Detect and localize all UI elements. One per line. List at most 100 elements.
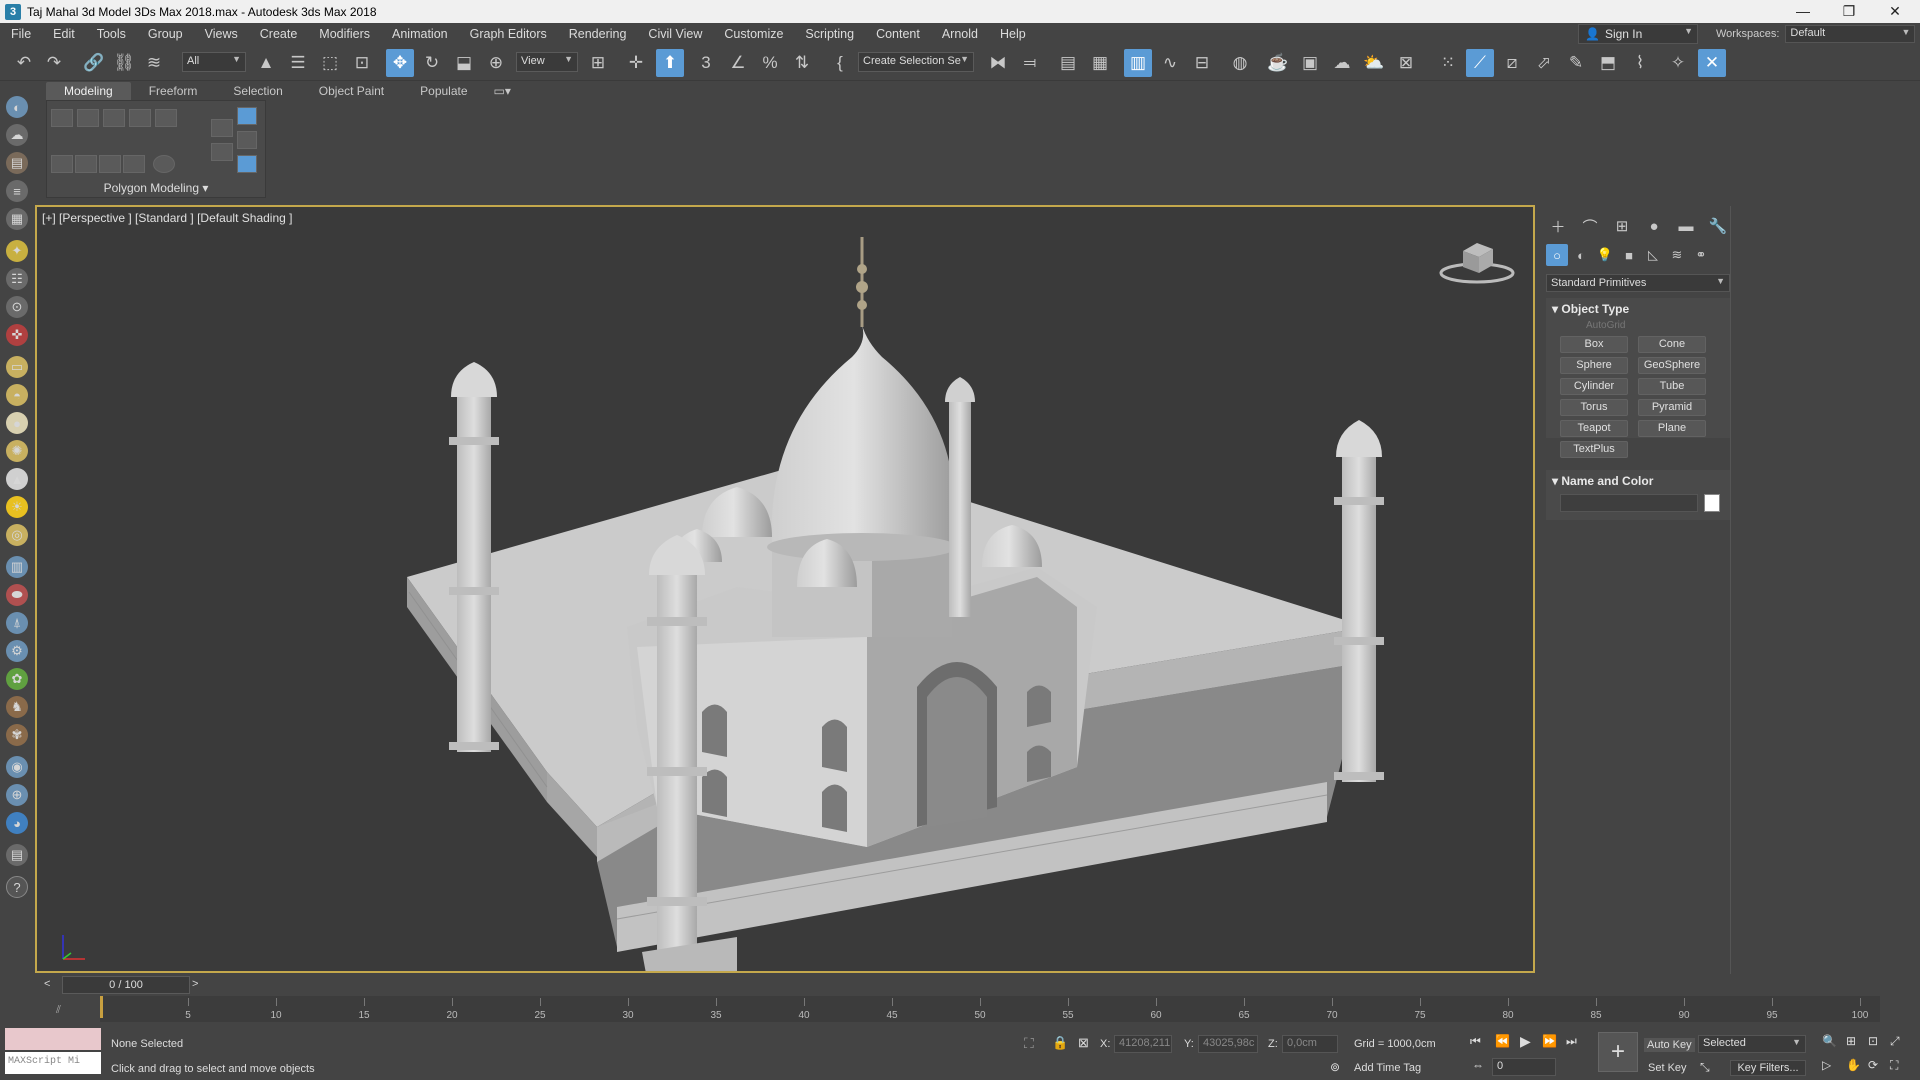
scene-icon[interactable]: ▤ (6, 152, 28, 174)
menu-help[interactable]: Help (989, 23, 1037, 45)
perspective-viewport[interactable]: [+] [Perspective ] [Standard ] [Default … (35, 205, 1535, 973)
capsule-icon[interactable]: ⬬ (6, 584, 28, 606)
select-rotate-icon[interactable]: ↻ (418, 49, 446, 77)
ribbon-toggle-icon[interactable]: ▥ (1124, 49, 1152, 77)
undo-icon[interactable]: ↶ (10, 49, 38, 77)
pin-stack-icon[interactable] (237, 155, 257, 173)
helper-icon[interactable]: ⊙ (6, 296, 28, 318)
menu-edit[interactable]: Edit (42, 23, 86, 45)
select-scale-icon[interactable]: ⬓ (450, 49, 478, 77)
sphere-button[interactable]: Sphere (1560, 357, 1628, 374)
space-warps-icon[interactable]: ≋ (1666, 244, 1688, 266)
menu-content[interactable]: Content (865, 23, 931, 45)
spinner-snap-icon[interactable]: ⇅ (788, 49, 816, 77)
minimize-button[interactable]: — (1780, 0, 1826, 23)
orbit-icon[interactable]: ☁ (6, 124, 28, 146)
menu-file[interactable]: File (0, 23, 42, 45)
object-type-title[interactable]: ▾ Object Type (1546, 298, 1730, 320)
hierarchy-tab-icon[interactable]: ⊞ (1610, 214, 1634, 238)
field-of-view-icon[interactable]: ▷ (1822, 1058, 1831, 1072)
horse-icon[interactable]: ♞ (6, 696, 28, 718)
tab-populate[interactable]: Populate (402, 82, 485, 100)
xref-icon[interactable]: ✕ (1698, 49, 1726, 77)
tab-selection[interactable]: Selection (215, 82, 300, 100)
key-mode-dropdown[interactable]: Selected ▼ (1698, 1035, 1806, 1053)
help-icon[interactable]: ? (6, 876, 28, 898)
play-icon[interactable]: ▶ (1520, 1033, 1531, 1050)
brush-icon[interactable]: ⌇ (1626, 49, 1654, 77)
time-tag-icon[interactable]: ⊚ (1330, 1060, 1340, 1074)
display-tab-icon[interactable]: ▬ (1674, 214, 1698, 238)
go-to-start-icon[interactable]: ⏮ (1470, 1034, 1481, 1049)
ribbon-options-icon[interactable]: ▭▾ (486, 82, 519, 100)
scene-explorer-icon[interactable]: ▤ (1054, 49, 1082, 77)
pivot-center-icon[interactable]: ⊞ (584, 49, 612, 77)
menu-scripting[interactable]: Scripting (794, 23, 865, 45)
utilities-tab-icon[interactable]: 🔧 (1706, 214, 1730, 238)
y-coord-field[interactable]: 43025,98c (1198, 1035, 1258, 1053)
cylinder-button[interactable]: Cylinder (1560, 378, 1628, 395)
pan-icon[interactable]: ✋ (1846, 1058, 1861, 1072)
select-move-icon[interactable]: ✥ (386, 49, 414, 77)
create-tab-icon[interactable]: ＋ (1546, 214, 1570, 238)
gamepad-icon[interactable]: ✜ (6, 324, 28, 346)
geosphere-button[interactable]: GeoSphere (1638, 357, 1706, 374)
pencil-icon[interactable]: ✎ (1562, 49, 1590, 77)
element-icon[interactable] (155, 109, 177, 127)
hemisphere-icon[interactable]: ◓ (6, 384, 28, 406)
select-by-name-icon[interactable]: ☰ (284, 49, 312, 77)
list-icon[interactable]: ≡ (6, 180, 28, 202)
name-and-color-title[interactable]: ▾ Name and Color (1546, 470, 1730, 492)
mirror-icon[interactable]: ⧓ (984, 49, 1012, 77)
menu-civil-view[interactable]: Civil View (637, 23, 713, 45)
orbit-viewport-icon[interactable]: ⟳ (1868, 1058, 1878, 1072)
menu-group[interactable]: Group (137, 23, 194, 45)
percent-snap-icon[interactable]: % (756, 49, 784, 77)
redo-icon[interactable]: ↷ (40, 49, 68, 77)
stack-icon[interactable]: ▤ (6, 844, 28, 866)
modify-mode-icon[interactable] (51, 155, 73, 173)
bind-space-warp-icon[interactable]: ≋ (140, 49, 168, 77)
maxscript-output[interactable] (5, 1028, 101, 1050)
compass-icon[interactable]: ✧ (1664, 49, 1692, 77)
maximize-button[interactable]: ❐ (1826, 0, 1872, 23)
render-production-icon[interactable]: ☁ (1328, 49, 1356, 77)
prev-frame-icon[interactable]: < (44, 978, 50, 990)
zoom-icon[interactable]: 🔍 (1822, 1034, 1837, 1048)
fence-icon[interactable]: ▥ (6, 556, 28, 578)
object-color-swatch[interactable] (1704, 494, 1720, 512)
x-coord-field[interactable]: 41208,211 (1114, 1035, 1172, 1053)
tab-modeling[interactable]: Modeling (46, 82, 131, 100)
zoom-extents-icon[interactable]: ⊡ (1868, 1034, 1878, 1048)
reference-coordinate-dropdown[interactable]: View ▼ (516, 52, 578, 72)
systems-icon[interactable]: ⚭ (1690, 244, 1712, 266)
repeat-last-icon[interactable] (123, 155, 145, 173)
torus-icon[interactable]: ◎ (6, 524, 28, 546)
schematic-view-icon[interactable]: ⊟ (1188, 49, 1216, 77)
menu-animation[interactable]: Animation (381, 23, 459, 45)
key-tangent-icon[interactable]: ⤡ (1700, 1060, 1710, 1075)
select-place-icon[interactable]: ⊕ (482, 49, 510, 77)
foliage-icon[interactable]: ✿ (6, 668, 28, 690)
auto-key-button[interactable]: Auto Key (1644, 1038, 1695, 1052)
workspace-select[interactable]: Default ▼ (1785, 25, 1916, 43)
container-icon[interactable]: ☷ (6, 268, 28, 290)
cone-button[interactable]: Cone (1638, 336, 1706, 353)
collapse-stack-icon[interactable] (237, 131, 257, 149)
viewport-nav-icon[interactable]: ◐ (6, 96, 28, 118)
zoom-extents-all-icon[interactable]: ⤢ (1890, 1034, 1900, 1049)
set-key-icon[interactable]: + (1598, 1032, 1638, 1072)
angle-snap-icon[interactable]: ∠ (724, 49, 752, 77)
menu-create[interactable]: Create (249, 23, 309, 45)
render-online-icon[interactable]: ⊠ (1392, 49, 1420, 77)
torus-button[interactable]: Torus (1560, 399, 1628, 416)
select-manipulate-icon[interactable]: ✛ (622, 49, 650, 77)
snap-grid-icon[interactable]: ⁙ (1434, 49, 1462, 77)
box-button[interactable]: Box (1560, 336, 1628, 353)
stack-up-icon[interactable] (211, 119, 233, 137)
use-soft-selection-icon[interactable] (153, 155, 175, 173)
border-icon[interactable] (103, 109, 125, 127)
unlink-icon[interactable]: ⛓ (110, 49, 138, 77)
material-icon[interactable]: ⊕ (6, 784, 28, 806)
isolate-selection-icon[interactable]: ⛶ (1024, 1035, 1034, 1052)
